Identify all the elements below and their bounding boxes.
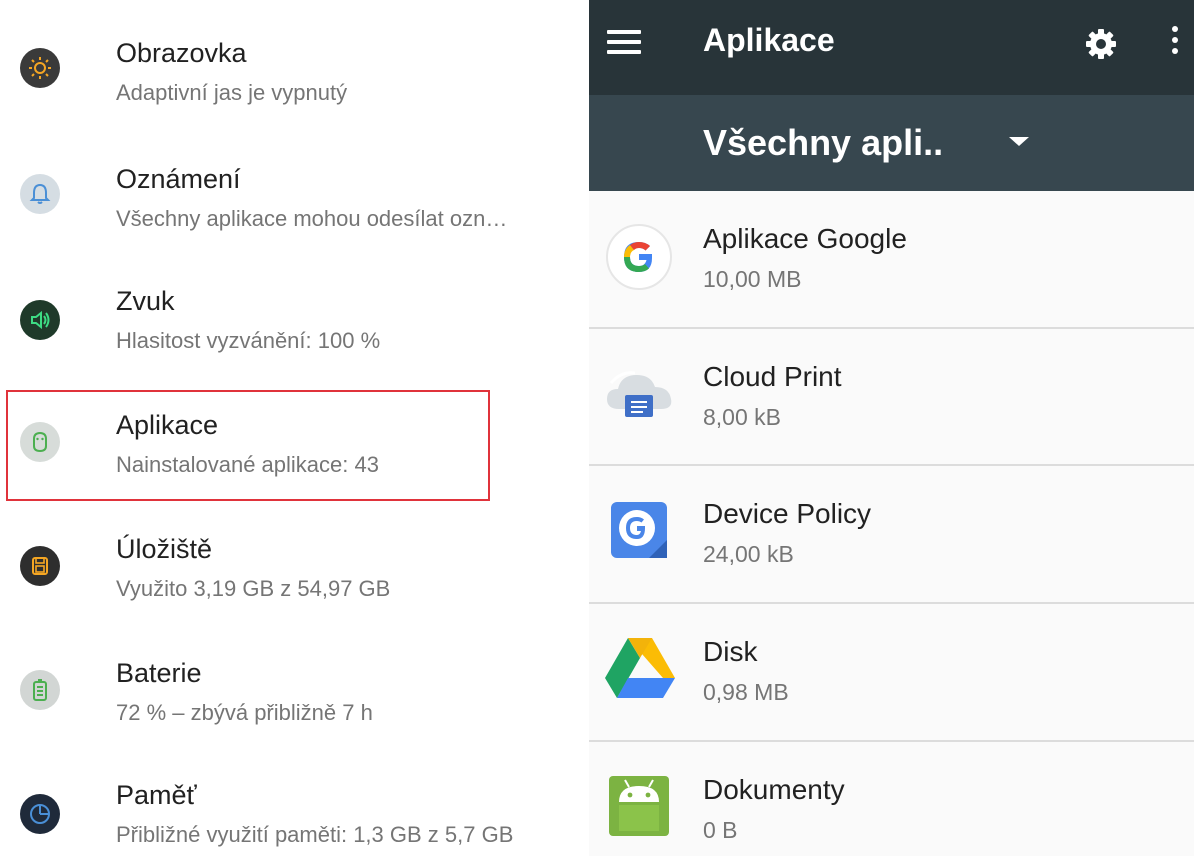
settings-item-storage[interactable]: Úložiště Využito 3,19 GB z 54,97 GB — [0, 496, 589, 620]
page-title: Aplikace — [703, 22, 835, 58]
settings-panel: Obrazovka Adaptivní jas je vypnutý Oznám… — [0, 0, 589, 856]
bell-icon — [20, 174, 60, 214]
gear-icon[interactable] — [1081, 24, 1121, 64]
app-list-item[interactable]: Aplikace Google 10,00 MB — [589, 191, 1194, 329]
settings-item-subtitle: Všechny aplikace mohou odesílat ozn… — [116, 206, 508, 231]
app-bar: Aplikace — [589, 0, 1194, 95]
google-drive-icon — [605, 634, 675, 702]
settings-item-subtitle: Adaptivní jas je vypnutý — [116, 80, 348, 105]
app-list-item[interactable]: Device Policy 24,00 kB — [589, 466, 1194, 604]
apps-screen: Aplikace Všechny apli.. Aplikace Google … — [589, 0, 1194, 856]
app-size: 0 B — [703, 817, 738, 843]
cloud-print-icon — [605, 361, 673, 429]
app-size: 24,00 kB — [703, 541, 794, 567]
settings-item-title: Obrazovka — [116, 38, 247, 68]
memory-gauge-icon — [20, 794, 60, 834]
settings-item-notifications[interactable]: Oznámení Všechny aplikace mohou odesílat… — [0, 124, 589, 248]
settings-item-display[interactable]: Obrazovka Adaptivní jas je vypnutý — [0, 0, 589, 124]
app-name: Dokumenty — [703, 774, 845, 805]
google-g-icon — [605, 223, 673, 291]
app-list-item[interactable]: Dokumenty 0 B — [589, 742, 1194, 856]
device-policy-icon — [605, 496, 673, 564]
filter-bar[interactable]: Všechny apli.. — [589, 95, 1194, 191]
app-size: 10,00 MB — [703, 266, 802, 292]
app-name: Aplikace Google — [703, 223, 907, 254]
settings-item-battery[interactable]: Baterie 72 % – zbývá přibližně 7 h — [0, 620, 589, 744]
settings-item-title: Zvuk — [116, 286, 175, 316]
settings-item-title: Paměť — [116, 780, 197, 810]
app-list-item[interactable]: Disk 0,98 MB — [589, 604, 1194, 742]
dropdown-arrow-icon[interactable] — [1009, 137, 1029, 146]
settings-item-subtitle: Hlasitost vyzvánění: 100 % — [116, 328, 381, 353]
settings-item-title: Baterie — [116, 658, 202, 688]
app-name: Device Policy — [703, 498, 872, 529]
settings-item-subtitle: 72 % – zbývá přibližně 7 h — [116, 700, 373, 725]
filter-dropdown-label[interactable]: Všechny apli.. — [703, 122, 943, 164]
menu-icon[interactable] — [607, 30, 641, 54]
android-icon — [605, 772, 673, 840]
app-name: Cloud Print — [703, 361, 842, 392]
display-brightness-icon — [20, 48, 60, 88]
app-size: 8,00 kB — [703, 404, 781, 430]
battery-icon — [20, 670, 60, 710]
app-size: 0,98 MB — [703, 679, 789, 705]
more-options-icon[interactable] — [1167, 26, 1183, 66]
settings-item-title: Úložiště — [116, 534, 213, 564]
highlight-box — [6, 390, 490, 501]
settings-item-memory[interactable]: Paměť Přibližné využití paměti: 1,3 GB z… — [0, 744, 589, 856]
settings-item-subtitle: Využito 3,19 GB z 54,97 GB — [116, 576, 391, 601]
settings-item-title: Oznámení — [116, 164, 241, 194]
settings-item-sound[interactable]: Zvuk Hlasitost vyzvánění: 100 % — [0, 248, 589, 372]
storage-floppy-icon — [20, 546, 60, 586]
app-name: Disk — [703, 636, 758, 667]
speaker-icon — [20, 300, 60, 340]
settings-item-subtitle: Přibližné využití paměti: 1,3 GB z 5,7 G… — [116, 822, 514, 847]
app-list-item[interactable]: Cloud Print 8,00 kB — [589, 329, 1194, 467]
